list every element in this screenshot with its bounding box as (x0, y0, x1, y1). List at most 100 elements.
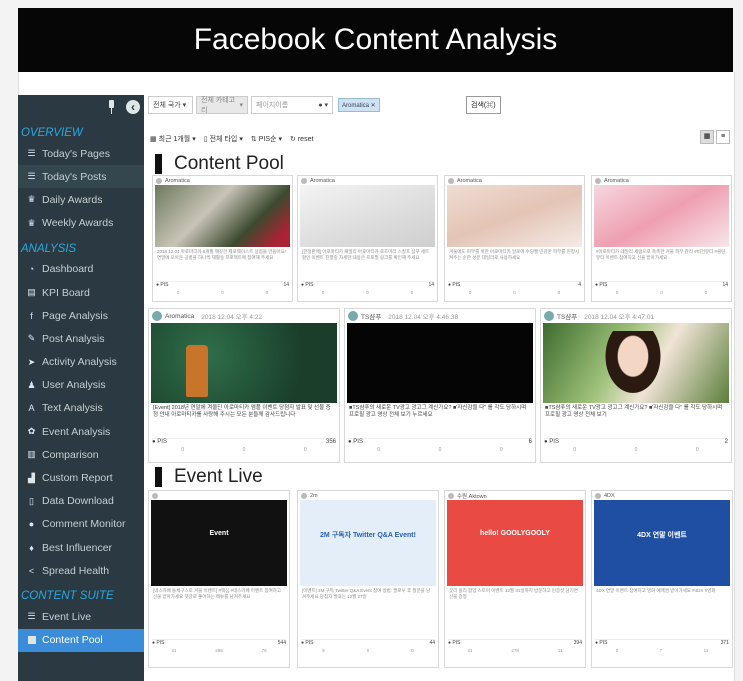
search-options-icon: ● ▾ (318, 102, 328, 109)
post-image[interactable] (594, 185, 729, 247)
sidebar-item-label: Today's Posts (42, 170, 107, 183)
sidebar-item-label: Daily Awards (42, 193, 103, 206)
sidebar-item[interactable]: ☰ Today's Posts (18, 165, 144, 189)
stat-value: 0 (573, 447, 577, 453)
sidebar-item-label: Page Analysis (42, 309, 108, 322)
pis-value: 4 (578, 282, 581, 288)
period-dropdown[interactable]: ▦ 최근 1개월 ▾ (148, 132, 198, 146)
post-metric-row: ● PIS 14 (301, 281, 434, 288)
post-text: [한정판매] 아로마티카 패밀리 아로마티카 로즈마리 스칼프 샴푸 세트 할인… (302, 249, 430, 260)
stat-value: 0 (438, 447, 442, 453)
post-image[interactable]: 2M 구독자 Twitter Q&A Event! (300, 500, 436, 586)
stat-value: 21 (467, 648, 473, 653)
sidebar-item-label: Weekly Awards (42, 217, 114, 230)
sidebar-item[interactable]: ✎ Post Analysis (18, 327, 144, 350)
page-name: 4DX (604, 492, 615, 499)
sort-label: PIS순 (258, 136, 277, 143)
sidebar-item[interactable]: ▟ Custom Report (18, 466, 144, 489)
tag-area[interactable]: Aromatica ✕ (336, 96, 463, 114)
content-card[interactable]: Aromatica 2018 12.04 오후 4:22 [Event] 2018년… (148, 308, 340, 463)
engagement-stats: 21 278 11 (448, 648, 582, 653)
sidebar-item[interactable]: ♛ Daily Awards (18, 188, 144, 211)
page-avatar (152, 311, 162, 321)
sidebar-item[interactable]: Content Pool (18, 628, 144, 652)
collapse-icon[interactable]: ‹ (126, 100, 140, 114)
sidebar-item[interactable]: ● Comment Monitor (18, 513, 144, 536)
card-header: 2m (298, 491, 438, 500)
post-image[interactable] (543, 323, 729, 403)
sidebar-item[interactable]: ◔ Dashboard (18, 258, 144, 281)
filter-tag[interactable]: Aromatica ✕ (338, 98, 380, 112)
sidebar-item[interactable]: ♟ User Analysis (18, 374, 144, 397)
stat-comments: 285 (215, 648, 223, 653)
stat-shares: 0 (558, 290, 561, 295)
post-metric-row: ● PIS 544 (152, 639, 286, 646)
post-date: 2018 12.04 오후 4:22 (201, 314, 263, 321)
stat-shares: 0 (696, 447, 699, 453)
comment-icon: ● (28, 519, 35, 530)
page-name: Aromatica (604, 177, 629, 184)
pis-label: ● PIS (301, 640, 314, 646)
sidebar-item[interactable]: ♛ Weekly Awards (18, 212, 144, 235)
list-icon: ☰ (27, 171, 36, 182)
sidebar-item[interactable]: ♦ Best Influencer (18, 536, 144, 559)
sidebar-item[interactable]: ✿ Event Analysis (18, 420, 144, 443)
pis-label: ● PIS (152, 640, 165, 646)
stat-reactions: 0 (322, 290, 325, 295)
sidebar-item[interactable]: < Spread Health (18, 559, 144, 582)
post-image[interactable] (151, 323, 337, 403)
post-image[interactable]: Event (151, 500, 287, 586)
sidebar-item[interactable]: ▯ Data Download (18, 490, 144, 513)
content-card[interactable]: TS샴푸 2018 12.04 오후 4:47:01 ■TS샴푸의 새로운 TV광고… (540, 308, 732, 463)
post-image[interactable]: 4DX 연말 이벤트 (594, 500, 730, 586)
stat-value: 0 (615, 290, 619, 295)
card-header: Aromatica (298, 176, 437, 185)
page-search-input[interactable]: 페이지이름 ● ▾ (251, 96, 333, 114)
content-card[interactable]: Event [네스카페 돌체구스토 겨울 이벤트] #맥심 #네스카페 이벤트 참… (148, 490, 290, 668)
search-button[interactable]: 검색(⌘) (466, 96, 501, 114)
content-card[interactable]: Aromatica #아로마티카 데일리 세럼으로 촉촉한 겨울 피부 관리 #비… (591, 175, 732, 302)
reset-button[interactable]: ↻ reset (288, 133, 315, 145)
engagement-stats: 0 0 0 (301, 290, 434, 295)
sidebar-item[interactable]: ☰ Event Live (18, 605, 144, 628)
content-card[interactable]: 2m 2M 구독자 Twitter Q&A Event! [이벤트] 2M 구독 T… (297, 490, 439, 668)
post-image[interactable] (155, 185, 290, 247)
post-image[interactable] (300, 185, 435, 247)
content-card[interactable]: 수원 Aktown hello! GOOLYGOOLY 굿리 플리 팝업 스토어 이… (444, 490, 586, 668)
card-header: TS샴푸 2018 12.04 오후 4:46:38 (345, 309, 535, 323)
stat-value: 0 (499, 447, 503, 453)
stat-value: 0 (377, 447, 381, 453)
grid-view-icon[interactable]: ▦ (700, 130, 714, 144)
content-card[interactable]: TS샴푸 2018 12.04 오후 4:46:38 ■TS샴푸의 새로운 TV광고… (344, 308, 536, 463)
content-card[interactable]: 4DX 4DX 연말 이벤트 4DX 연말 이벤트 참여하고 영화 예매권 받아가세… (591, 490, 733, 668)
type-dropdown[interactable]: ▯ 전체 타입 ▾ (202, 132, 245, 146)
model-figure (598, 331, 668, 403)
sidebar-item-label: User Analysis (42, 379, 106, 392)
sidebar-item[interactable]: ▥ Comparison (18, 443, 144, 466)
sidebar-item[interactable]: A Text Analysis (18, 397, 144, 420)
stat-value: 0 (410, 290, 414, 295)
content-card[interactable]: Aromatica 2018 12.04 아로마티카 6개월 깨끗한 제로웨이스트… (152, 175, 293, 302)
sidebar-item[interactable]: ➤ Activity Analysis (18, 351, 144, 374)
list-view-icon[interactable]: ≡ (716, 130, 730, 144)
sidebar: ‹ OVERVIEW ☰ Today's Pages ☰ Today's Posts ♛ D… (18, 95, 144, 681)
file-icon: ▯ (29, 495, 34, 506)
country-select[interactable]: 전체 국가 ▾ (148, 96, 193, 114)
sidebar-list: OVERVIEW ☰ Today's Pages ☰ Today's Posts ♛ Dai… (18, 119, 144, 652)
sidebar-item[interactable]: ☰ Today's Pages (18, 142, 144, 165)
stat-value: 0 (704, 290, 708, 295)
post-image[interactable] (447, 185, 582, 247)
engagement-stats: 9 0 0 (301, 648, 435, 653)
post-image[interactable]: hello! GOOLYGOOLY (447, 500, 583, 586)
category-select[interactable]: 전체 카테고리 ▾ (196, 96, 248, 114)
content-card[interactable]: Aromatica [한정판매] 아로마티카 패밀리 아로마티카 로즈마리 스칼프… (297, 175, 438, 302)
post-metric-row: ● PIS 14 (156, 281, 289, 288)
reset-label: reset (297, 135, 314, 143)
post-image[interactable] (347, 323, 533, 403)
square-shape (27, 636, 36, 645)
sort-dropdown[interactable]: ⇅ PIS순 ▾ (249, 132, 284, 146)
sidebar-item[interactable]: f Page Analysis (18, 304, 144, 327)
content-card[interactable]: Aromatica 겨울에도 피부를 위한 아로마티카 알로에 수딩젤 민감한 피… (444, 175, 585, 302)
pin-icon[interactable] (106, 100, 116, 114)
sidebar-item[interactable]: ▤ KPI Board (18, 281, 144, 304)
